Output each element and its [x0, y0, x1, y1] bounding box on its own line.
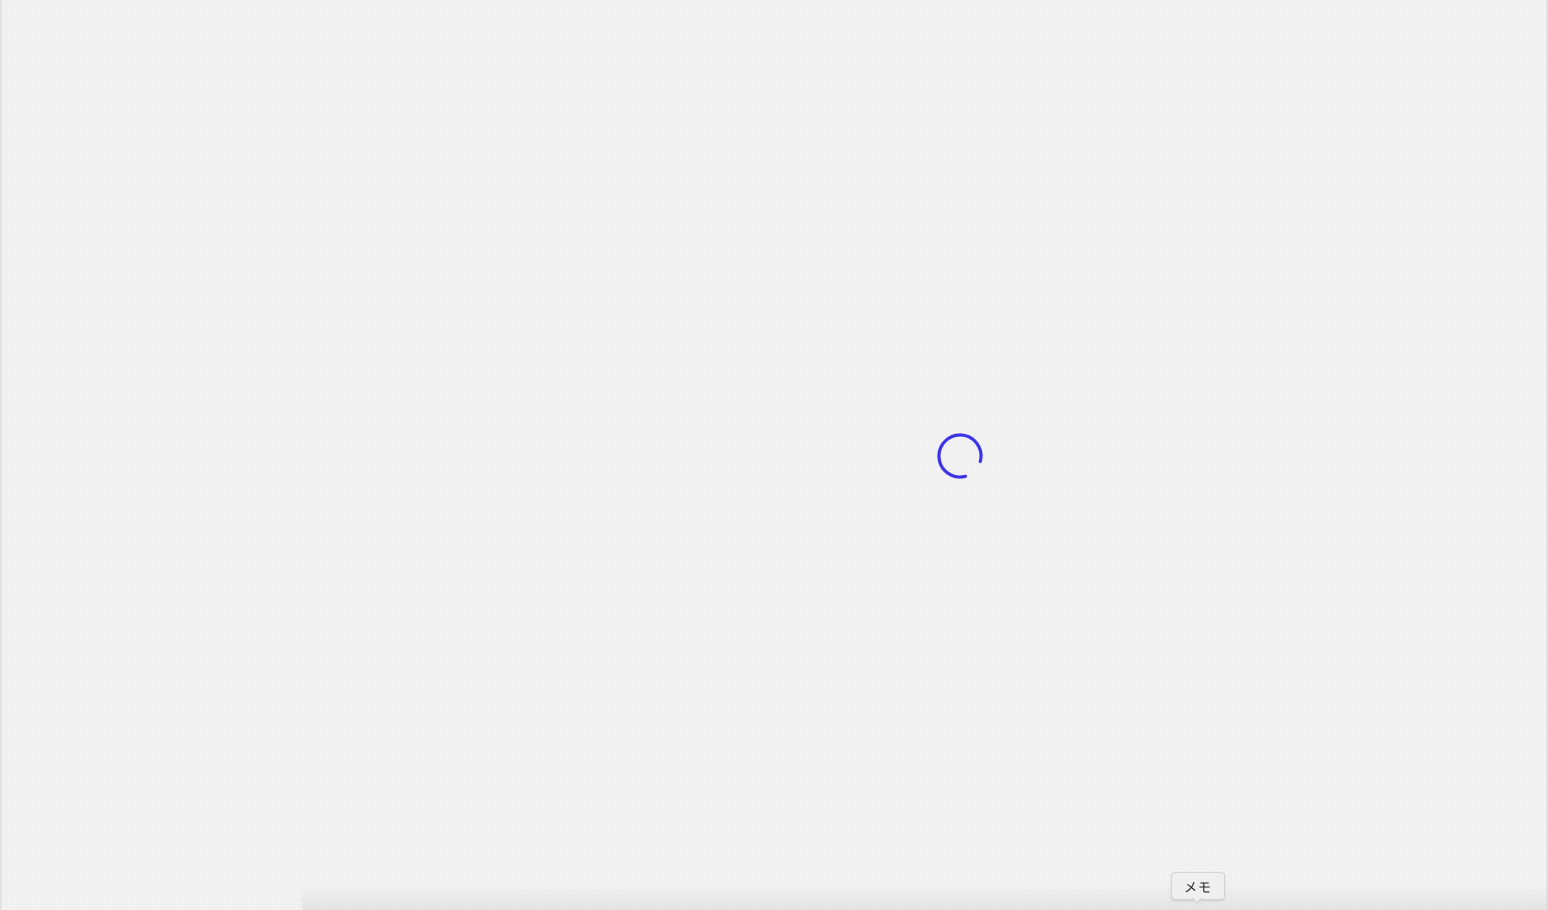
tooltip-arrow-fill: [1192, 897, 1202, 902]
memo-tooltip[interactable]: メモ: [1171, 872, 1225, 904]
content-loading-area: [2, 0, 1548, 880]
memo-label: メモ: [1183, 880, 1212, 896]
bottom-toolbar: [302, 884, 1548, 910]
memo-button[interactable]: メモ: [1171, 872, 1225, 900]
loading-spinner-icon: [937, 433, 983, 479]
app-window: メモ: [0, 0, 1548, 910]
